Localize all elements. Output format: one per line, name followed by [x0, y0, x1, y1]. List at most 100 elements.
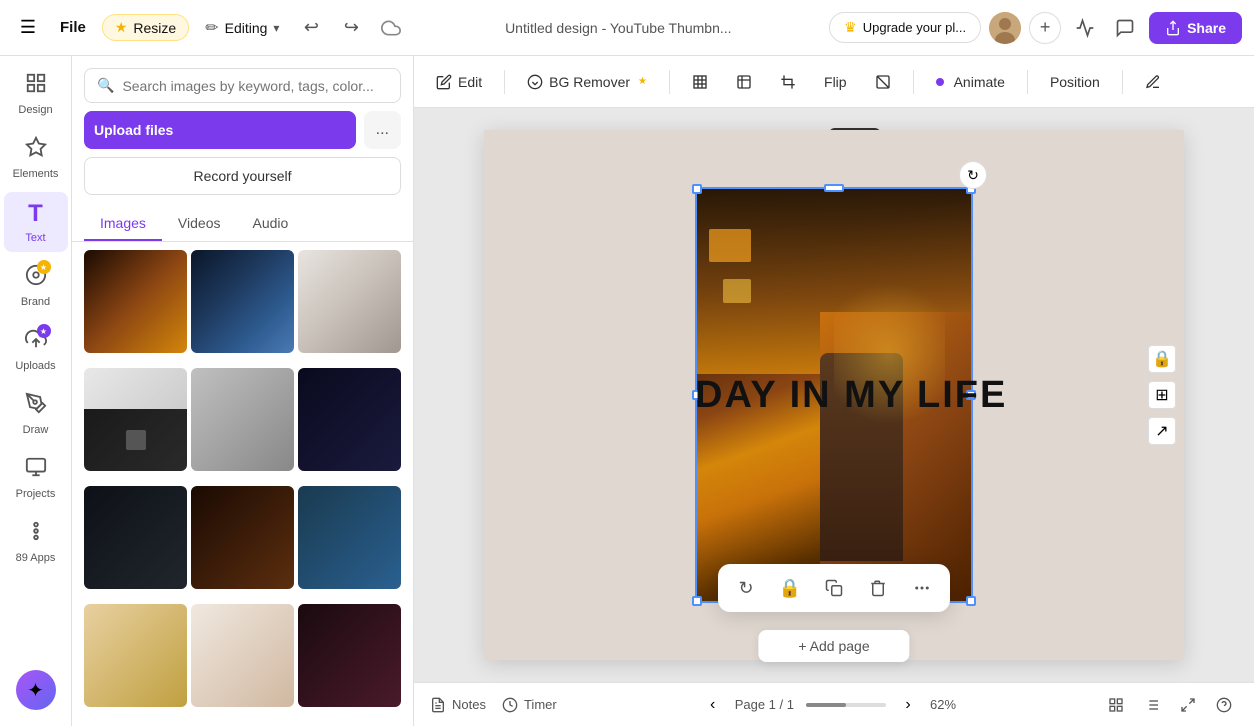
sidebar-label-text: Text — [25, 232, 45, 244]
projects-icon — [25, 456, 47, 484]
fit-canvas-button[interactable]: ⊞ — [1148, 381, 1176, 409]
fullscreen-button[interactable] — [1174, 691, 1202, 719]
chevron-down-icon: ▾ — [273, 21, 279, 35]
image-thumb-11[interactable] — [191, 604, 294, 707]
sidebar-label-design: Design — [18, 104, 52, 116]
grid-view-button[interactable] — [1102, 691, 1130, 719]
tab-images[interactable]: Images — [84, 207, 162, 241]
user-avatar[interactable] — [989, 12, 1021, 44]
more-options-button[interactable] — [906, 572, 938, 604]
image-thumb-3[interactable] — [298, 250, 401, 353]
editing-mode[interactable]: ✏ Editing ▾ — [197, 14, 287, 42]
brand-icon: ★ — [25, 264, 47, 292]
upload-row: Upload files ... — [84, 111, 401, 149]
sidebar-label-brand: Brand — [21, 296, 50, 308]
canvas-element[interactable]: DAY IN MY LIFE ↻ — [695, 187, 973, 603]
image-thumb-8[interactable] — [191, 486, 294, 589]
topbar: ☰ File ★ Resize ✏ Editing ▾ ↩ ↪ Untitled… — [0, 0, 1254, 56]
rotate-button[interactable]: ↻ — [730, 572, 762, 604]
record-yourself-button[interactable]: Record yourself — [84, 157, 401, 195]
share-button[interactable]: Share — [1149, 12, 1242, 44]
lock-button[interactable]: 🔒 — [774, 572, 806, 604]
sidebar-item-design[interactable]: Design — [4, 64, 68, 124]
float-toolbar: ↻ 🔒 — [718, 564, 950, 612]
canvas-text[interactable]: DAY IN MY LIFE — [695, 376, 973, 414]
toolbar-divider-1 — [504, 70, 505, 94]
image-thumb-6[interactable] — [298, 368, 401, 471]
notes-button[interactable]: Notes — [430, 697, 486, 713]
elements-icon — [25, 136, 47, 164]
toolbar-divider-5 — [1122, 70, 1123, 94]
image-thumb-7[interactable] — [84, 486, 187, 589]
uploads-icon: ★ — [25, 328, 47, 356]
corner-button[interactable] — [726, 68, 762, 96]
upgrade-button[interactable]: ♛ Upgrade your pl... — [829, 12, 981, 43]
delete-button[interactable] — [862, 572, 894, 604]
style-copy-button[interactable] — [1135, 68, 1171, 96]
bg-remover-badge: ★ — [638, 76, 647, 87]
comments-icon[interactable] — [1109, 12, 1141, 44]
lock-canvas-button[interactable]: 🔒 — [1148, 345, 1176, 373]
duplicate-button[interactable] — [818, 572, 850, 604]
sidebar-item-elements[interactable]: Elements — [4, 128, 68, 188]
sidebar-item-apps[interactable]: 89 Apps — [4, 512, 68, 572]
upload-files-button[interactable]: Upload files — [84, 111, 356, 149]
sidebar: Design Elements T Text ★ Brand ★ Uploads — [0, 56, 72, 726]
tab-videos[interactable]: Videos — [162, 207, 237, 241]
search-box: 🔍 — [84, 68, 401, 103]
save-cloud-icon[interactable] — [375, 12, 407, 44]
search-icon: 🔍 — [97, 77, 114, 94]
apps-icon — [25, 520, 47, 548]
main-content: Design Elements T Text ★ Brand ★ Uploads — [0, 56, 1254, 726]
sidebar-item-uploads[interactable]: ★ Uploads — [4, 320, 68, 380]
edit-toolbar: Edit BG Remover ★ Flip — [414, 56, 1254, 108]
position-button[interactable]: Position — [1040, 68, 1110, 96]
image-thumb-10[interactable] — [84, 604, 187, 707]
expand-canvas-button[interactable]: ↗ — [1148, 417, 1176, 445]
grid-toggle-button[interactable] — [682, 68, 718, 96]
crop-button[interactable] — [770, 68, 806, 96]
animate-dot — [936, 78, 944, 86]
search-input[interactable] — [122, 78, 388, 94]
add-page-bar[interactable]: + Add page — [758, 630, 909, 662]
timer-button[interactable]: Timer — [502, 697, 557, 713]
image-thumb-12[interactable] — [298, 604, 401, 707]
add-account-button[interactable]: + — [1029, 12, 1061, 44]
sidebar-item-projects[interactable]: Projects — [4, 448, 68, 508]
flip-button[interactable]: Flip — [814, 68, 857, 96]
sidebar-label-uploads: Uploads — [15, 360, 55, 372]
image-thumb-1[interactable] — [84, 250, 187, 353]
bg-remover-button[interactable]: BG Remover ★ — [517, 68, 657, 96]
next-page-button[interactable]: › — [898, 695, 918, 715]
canvas-scroll[interactable]: Crop — [414, 108, 1254, 682]
tab-audio[interactable]: Audio — [236, 207, 304, 241]
image-thumb-9[interactable] — [298, 486, 401, 589]
menu-icon[interactable]: ☰ — [12, 12, 44, 44]
image-thumb-5[interactable] — [191, 368, 294, 471]
sidebar-item-text[interactable]: T Text — [4, 192, 68, 252]
canvas-side-tools: 🔒 ⊞ ↗ — [1148, 345, 1176, 445]
image-thumb-4[interactable] — [84, 368, 187, 471]
resize-button[interactable]: ★ Resize — [102, 14, 189, 41]
rotate-handle[interactable]: ↻ — [959, 161, 987, 189]
page-slider[interactable] — [806, 703, 886, 707]
design-icon — [25, 72, 47, 100]
help-button[interactable] — [1210, 691, 1238, 719]
magic-button[interactable]: ✦ — [16, 670, 56, 710]
list-view-button[interactable] — [1138, 691, 1166, 719]
edit-button[interactable]: Edit — [426, 68, 492, 96]
sidebar-item-brand[interactable]: ★ Brand — [4, 256, 68, 316]
transparency-button[interactable] — [865, 68, 901, 96]
page-info: Page 1 / 1 — [735, 697, 794, 712]
view-controls — [1102, 691, 1238, 719]
file-menu[interactable]: File — [52, 15, 94, 40]
prev-page-button[interactable]: ‹ — [703, 695, 723, 715]
animate-button[interactable]: Animate — [926, 68, 1015, 96]
sidebar-item-draw[interactable]: Draw — [4, 384, 68, 444]
redo-button[interactable]: ↪ — [335, 12, 367, 44]
brand-badge: ★ — [37, 260, 51, 274]
undo-button[interactable]: ↩ — [295, 12, 327, 44]
upload-more-button[interactable]: ... — [364, 111, 401, 149]
analytics-icon[interactable] — [1069, 12, 1101, 44]
image-thumb-2[interactable] — [191, 250, 294, 353]
